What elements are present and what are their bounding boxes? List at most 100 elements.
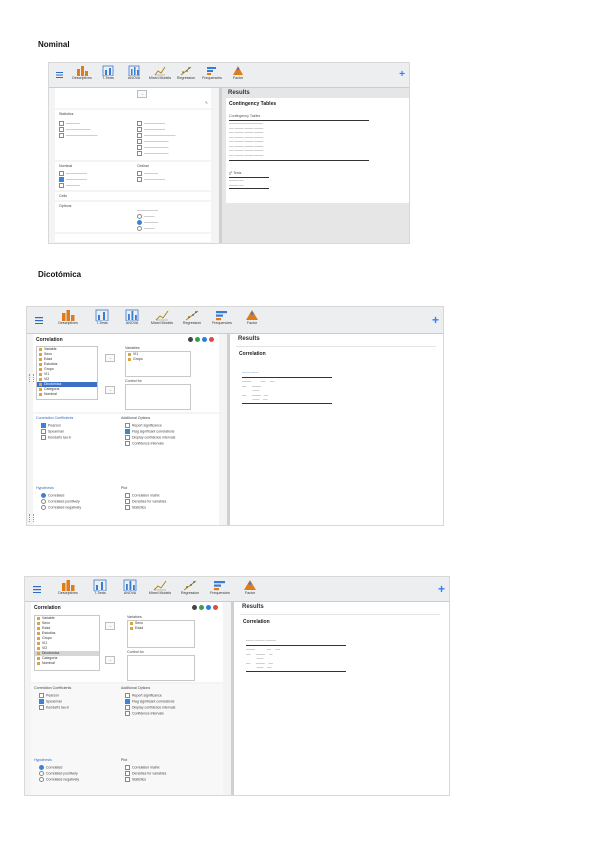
- tool-factor[interactable]: Factor: [233, 579, 267, 595]
- tool-label: T-Tests: [96, 321, 108, 325]
- option-row[interactable]: —————————: [59, 133, 98, 138]
- tool-anova[interactable]: ANOVA: [113, 579, 147, 595]
- option-row[interactable]: ——————: [137, 208, 158, 212]
- target-variable-list[interactable]: VI1 Grupo: [125, 351, 191, 377]
- plot-checkbox[interactable]: Densities for variables: [125, 499, 166, 504]
- list-item[interactable]: Grupo: [126, 357, 190, 362]
- option-row[interactable]: ———————: [137, 151, 169, 156]
- tool-mixed-models[interactable]: Mixed Models: [145, 309, 179, 325]
- hypothesis-radio[interactable]: Correlated positively: [41, 499, 80, 504]
- option-row[interactable]: ———————: [137, 145, 169, 150]
- drag-handle[interactable]: [29, 514, 34, 522]
- option-row[interactable]: ———: [137, 214, 155, 219]
- pearson-checkbox[interactable]: Pearson: [41, 423, 61, 428]
- option-row[interactable]: —————————: [137, 133, 176, 138]
- plot-label: Plot: [121, 486, 128, 490]
- spearman-checkbox[interactable]: Spearman: [39, 699, 62, 704]
- redo-icon[interactable]: [199, 605, 204, 610]
- plot-checkbox[interactable]: Correlation matrix: [125, 493, 160, 498]
- target-label: Variables: [127, 615, 142, 619]
- results-card: Correlation ─── ─── ──── ── ── ── ──── ─…: [236, 346, 436, 435]
- redo-icon[interactable]: [195, 337, 200, 342]
- screenshot-dichotomous: Descriptives T-Tests ANOVA Mixed Models …: [26, 306, 444, 526]
- option-row[interactable]: ——————: [137, 177, 165, 182]
- hypothesis-radio[interactable]: Correlated: [39, 765, 62, 770]
- tool-descriptives[interactable]: Descriptives: [51, 579, 85, 595]
- plot-label: Plot: [121, 758, 128, 762]
- tool-factor[interactable]: Factor: [223, 65, 253, 80]
- undo-icon[interactable]: [192, 605, 197, 610]
- move-arrow-button[interactable]: →: [137, 90, 147, 98]
- option-row[interactable]: ————: [137, 220, 158, 225]
- tool-frequencies[interactable]: Frequencies: [203, 579, 237, 595]
- hypothesis-radio[interactable]: Correlated negatively: [39, 777, 79, 782]
- hamburger-icon[interactable]: [31, 307, 47, 333]
- source-variable-list[interactable]: Variable Sexo Edad Estudios Grupo VI1 VI…: [34, 615, 100, 671]
- option-checkbox[interactable]: Display confidence intervals: [125, 705, 175, 710]
- option-checkbox[interactable]: Flag significant correlations: [125, 699, 174, 704]
- plot-checkbox[interactable]: Correlation matrix: [125, 765, 160, 770]
- option-checkbox[interactable]: Flag significant correlations: [125, 429, 174, 434]
- option-checkbox[interactable]: Confidence intervals: [125, 711, 164, 716]
- option-row[interactable]: ————: [59, 121, 80, 126]
- option-checkbox[interactable]: Display confidence intervals: [125, 435, 175, 440]
- list-item[interactable]: Nominal: [35, 661, 99, 666]
- hamburger-icon[interactable]: [29, 577, 45, 601]
- tool-anova[interactable]: ANOVA: [115, 309, 149, 325]
- tool-descriptives[interactable]: Descriptives: [51, 309, 85, 325]
- option-row[interactable]: ——————: [59, 177, 87, 182]
- control-variable-list[interactable]: [125, 384, 191, 410]
- close-icon[interactable]: [209, 337, 214, 342]
- info-icon[interactable]: [202, 337, 207, 342]
- table-rule: [242, 403, 332, 404]
- kendall-checkbox[interactable]: Kendall's tau-b: [41, 435, 71, 440]
- option-row[interactable]: ———: [137, 226, 155, 231]
- pearson-checkbox[interactable]: Pearson: [39, 693, 59, 698]
- coef-label: Correlation Coefficients: [36, 416, 74, 420]
- option-checkbox[interactable]: Confidence intervals: [125, 441, 164, 446]
- hypothesis-radio[interactable]: Correlated negatively: [41, 505, 81, 510]
- plus-icon[interactable]: +: [438, 582, 445, 596]
- move-to-variables-button[interactable]: →: [105, 622, 115, 630]
- list-item[interactable]: Nominal: [37, 392, 97, 397]
- pencil-icon[interactable]: ✎: [205, 101, 208, 105]
- plus-icon[interactable]: +: [432, 313, 439, 327]
- option-row[interactable]: ————: [137, 171, 158, 176]
- tool-mixed-models[interactable]: Mixed Models: [143, 579, 177, 595]
- plus-icon[interactable]: +: [399, 69, 405, 80]
- tool-frequencies[interactable]: Frequencies: [205, 309, 239, 325]
- option-row[interactable]: ——————: [137, 127, 165, 132]
- close-icon[interactable]: [213, 605, 218, 610]
- tool-t-tests[interactable]: T-Tests: [83, 579, 117, 595]
- target-variable-list[interactable]: Sexo Edad: [127, 620, 195, 648]
- plot-checkbox[interactable]: Statistics: [125, 777, 146, 782]
- move-to-control-button[interactable]: →: [105, 656, 115, 664]
- undo-icon[interactable]: [188, 337, 193, 342]
- tool-regression[interactable]: Regression: [175, 309, 209, 325]
- source-variable-list[interactable]: Variable Sexo Edad Estudios Grupo VI1 VI…: [36, 346, 98, 400]
- option-row[interactable]: ———————: [59, 127, 91, 132]
- coef-label: Correlation Coefficients: [34, 686, 72, 690]
- option-checkbox[interactable]: Report significance: [125, 423, 162, 428]
- spearman-checkbox[interactable]: Spearman: [41, 429, 64, 434]
- option-row[interactable]: ————: [59, 183, 80, 188]
- tool-factor[interactable]: Factor: [235, 309, 269, 325]
- kendall-checkbox[interactable]: Kendall's tau-b: [39, 705, 69, 710]
- hypothesis-radio[interactable]: Correlated positively: [39, 771, 78, 776]
- list-item[interactable]: Edad: [128, 626, 194, 631]
- hamburger-icon[interactable]: [51, 63, 67, 87]
- tool-regression[interactable]: Regression: [173, 579, 207, 595]
- plot-checkbox[interactable]: Statistics: [125, 505, 146, 510]
- hypothesis-radio[interactable]: Correlated: [41, 493, 64, 498]
- option-row[interactable]: ——————: [137, 121, 165, 126]
- control-variable-list[interactable]: [127, 655, 195, 681]
- plot-checkbox[interactable]: Densities for variables: [125, 771, 166, 776]
- info-icon[interactable]: [206, 605, 211, 610]
- option-row[interactable]: ——————: [59, 171, 87, 176]
- move-to-variables-button[interactable]: →: [105, 354, 115, 362]
- option-checkbox[interactable]: Report significance: [125, 693, 162, 698]
- move-to-control-button[interactable]: →: [105, 386, 115, 394]
- option-row[interactable]: ———————: [137, 139, 169, 144]
- drag-handle[interactable]: [29, 374, 34, 382]
- tool-t-tests[interactable]: T-Tests: [85, 309, 119, 325]
